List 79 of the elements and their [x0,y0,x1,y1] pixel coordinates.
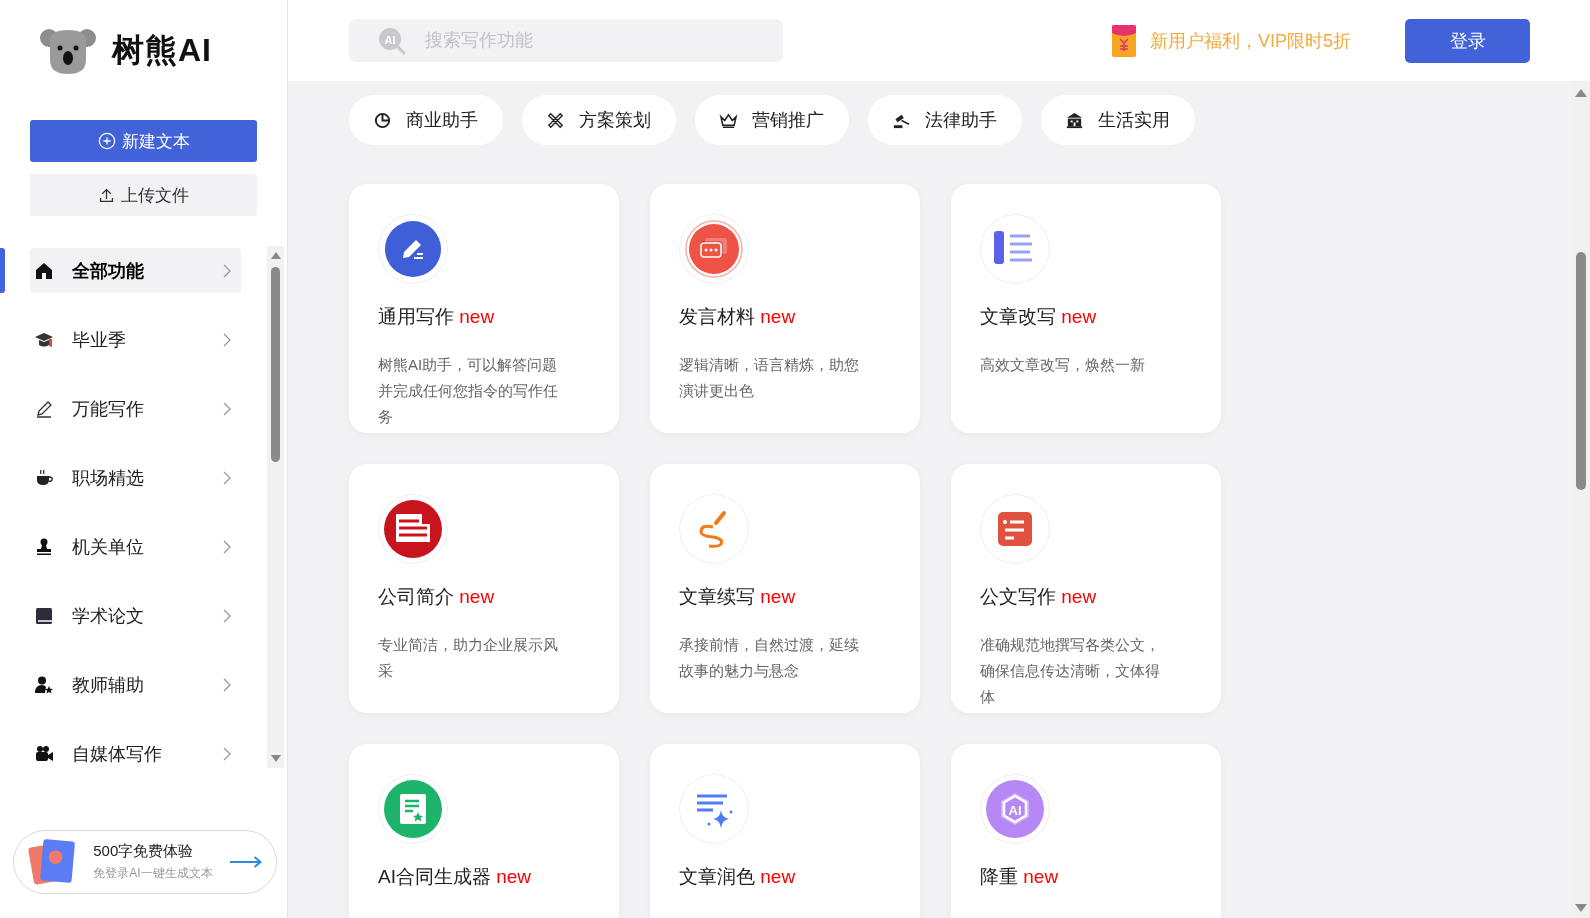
scroll-down-icon[interactable] [270,755,281,762]
card-title: 公文写作 new [980,585,1098,609]
scroll-up-icon[interactable] [270,252,281,259]
category-chip[interactable]: 方案策划 [522,95,676,145]
feature-card[interactable]: 公文写作 new 准确规范地撰写各类公文，确保信息传达清晰，文体得体 [951,464,1221,713]
home-icon [34,260,54,281]
scroll-down-icon[interactable] [1575,904,1587,912]
pie-chart-icon [373,110,392,130]
sidebar-nav-item[interactable]: 自媒体写作 [30,731,241,776]
chevron-right-icon [223,470,231,485]
card-title: 发言材料 new [679,305,797,329]
chevron-right-icon [223,401,231,416]
scroll-up-icon[interactable] [1575,89,1587,97]
login-button[interactable]: 登录 [1405,18,1530,63]
scrollbar[interactable] [267,246,284,768]
feature-card[interactable]: 文章润色 new [650,744,920,918]
video-camera-icon [34,743,54,764]
scrollbar-thumb[interactable] [271,267,280,462]
chevron-right-icon [223,263,231,278]
feature-card[interactable]: 公司简介 new 专业简洁，助力企业展示风采 [349,464,619,713]
stamp-icon [34,536,54,557]
card-title: 降重 new [980,865,1060,889]
chevron-right-icon [223,332,231,347]
book-icon [34,605,54,626]
category-chip[interactable]: 营销推广 [695,95,849,145]
card-description: 逻辑清晰，语言精炼，助您演讲更出色 [679,355,860,401]
sidebar-nav-item[interactable]: 机关单位 [30,524,241,569]
sidebar-nav-item[interactable]: 万能写作 [30,386,241,431]
feature-card[interactable]: 发言材料 new 逻辑清晰，语言精炼，助您演讲更出色 [650,184,920,433]
category-chip[interactable]: 生活实用 [1041,95,1195,145]
card-description: 承接前情，自然过渡，延续故事的魅力与悬念 [679,635,860,681]
edit-icon [378,214,448,284]
new-text-button[interactable]: 新建文本 [30,120,257,162]
certificate-icon [378,774,448,844]
card-description: 高效文章改写，焕然一新 [980,355,1146,375]
document-icon [980,494,1050,564]
crown-icon [719,110,738,130]
card-description: 专业简洁，助力企业展示风采 [378,635,559,681]
card-title: 文章改写 new [980,305,1098,329]
chevron-right-icon [223,539,231,554]
sidebar-nav-item[interactable]: 学术论文 [30,593,241,638]
upload-icon [98,186,115,204]
feature-card[interactable]: AI 降重 new [951,744,1221,918]
sidebar-nav-item[interactable]: 全部功能 [30,248,241,293]
promo-subtitle: 免登录AI一键生成文本 [93,865,213,882]
koala-logo-icon [40,26,96,76]
card-title: 文章润色 new [679,865,797,889]
card-title: 公司简介 new [378,585,496,609]
card-description: 树熊AI助手，可以解答问题并完成任何您指令的写作任务 [378,355,559,427]
card-title: 通用写作 new [378,305,496,329]
chevron-right-icon [223,746,231,761]
promo-title: 500字免费体验 [93,842,195,861]
cup-icon [34,467,54,488]
category-chip[interactable]: 商业助手 [349,95,503,145]
card-title: AI合同生成器 new [378,865,533,889]
bank-icon [1065,110,1084,130]
scrollbar-thumb[interactable] [1576,252,1586,490]
squiggle-pen-icon [679,494,749,564]
card-title: 文章续写 new [679,585,797,609]
sidebar-nav-item[interactable]: 毕业季 [30,317,241,362]
sparkle-lines-icon [679,774,749,844]
logo-text: 树熊AI [112,31,212,70]
user-star-icon [34,674,54,695]
feature-card[interactable]: 文章改写 new 高效文章改写，焕然一新 [951,184,1221,433]
sidebar-nav-item[interactable]: 职场精选 [30,455,241,500]
category-chip[interactable]: 法律助手 [868,95,1022,145]
list-icon [980,214,1050,284]
chevron-right-icon [223,677,231,692]
feature-card[interactable]: AI合同生成器 new [349,744,619,918]
arrow-right-icon [228,856,262,868]
feature-card[interactable]: 通用写作 new 树熊AI助手，可以解答问题并完成任何您指令的写作任务 [349,184,619,433]
chat-bubbles-icon [679,214,749,284]
building-icon [378,494,448,564]
upload-file-button[interactable]: 上传文件 [30,174,257,216]
feature-card[interactable]: 文章续写 new 承接前情，自然过渡，延续故事的魅力与悬念 [650,464,920,713]
sidebar-nav-item[interactable]: 教师辅助 [30,662,241,707]
plus-circle-icon [97,132,116,150]
card-description: 准确规范地撰写各类公文，确保信息传达清晰，文体得体 [980,635,1161,707]
chevron-right-icon [223,608,231,623]
